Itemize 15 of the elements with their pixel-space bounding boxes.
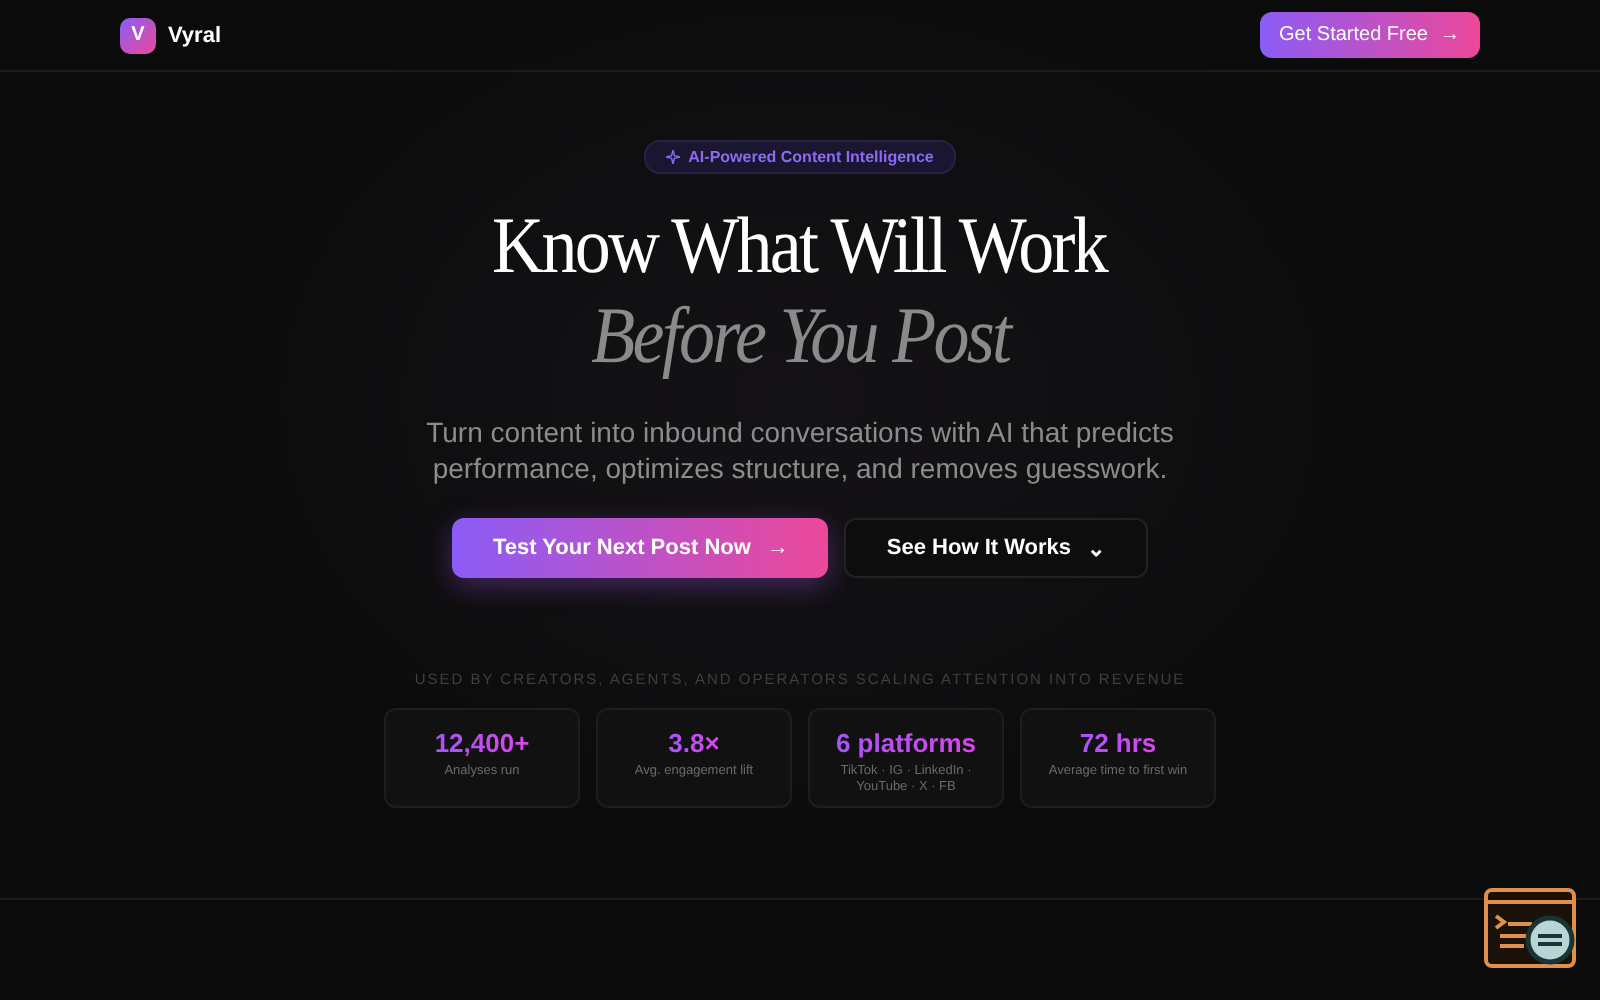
- stat-value: 6 platforms: [835, 728, 977, 758]
- stat-value: 12,400+: [434, 728, 530, 758]
- feature-badge: AI-Powered Content Intelligence: [644, 140, 956, 174]
- code-search-icon[interactable]: [1484, 888, 1580, 972]
- stat-value: 3.8×: [668, 728, 720, 758]
- headline-italic: Before You Post: [590, 290, 1010, 382]
- logo: V: [120, 17, 156, 53]
- stat-value: 72 hrs: [1079, 728, 1157, 758]
- headline: Know What Will Work: [493, 202, 1107, 290]
- sparkle-icon: [666, 150, 681, 164]
- get-started-button[interactable]: Get Started Free →: [1259, 12, 1480, 58]
- test-post-button[interactable]: Test Your Next Post Now →: [452, 518, 829, 578]
- how-it-works-button[interactable]: See How It Works ⌄: [844, 518, 1148, 578]
- brand-name: Vyral: [168, 23, 222, 47]
- subtitle: Turn content into inbound conversations with AI that predicts performance, optimizes structure, and removes guesswork.: [424, 414, 1176, 486]
